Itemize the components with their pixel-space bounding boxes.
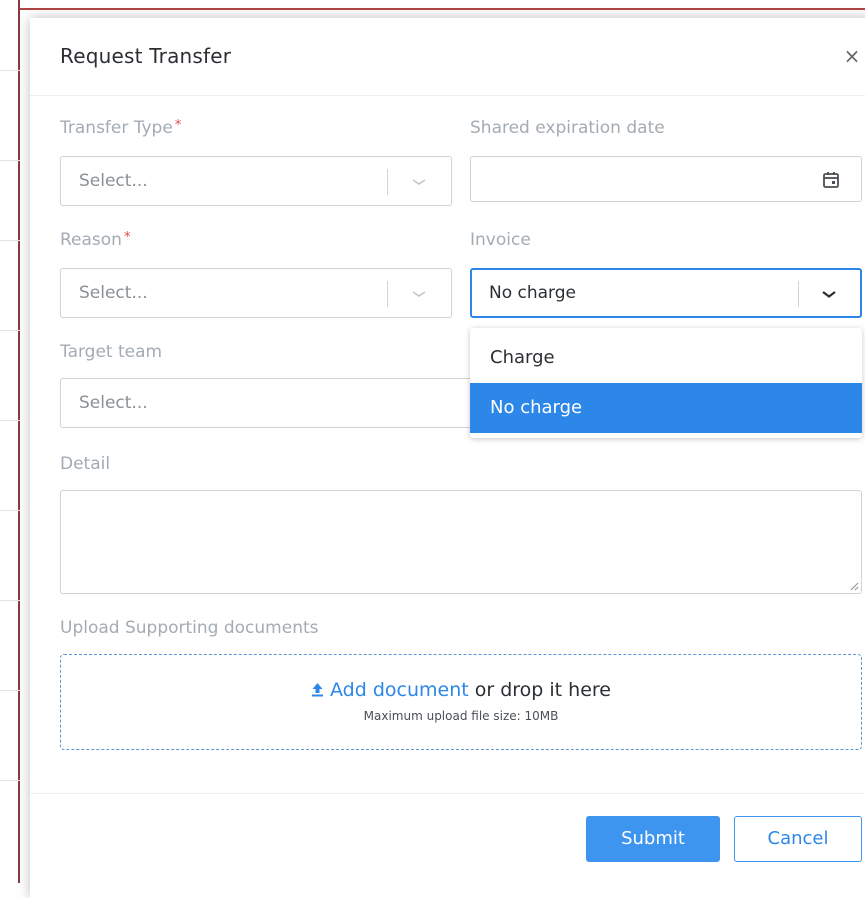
detail-textarea[interactable] — [60, 490, 862, 594]
dropzone-instruction: Add document or drop it here — [61, 679, 861, 701]
chevron-down-icon[interactable] — [407, 281, 431, 307]
select-separator — [387, 281, 388, 307]
required-mark: * — [123, 230, 131, 245]
submit-button[interactable]: Submit — [586, 816, 720, 862]
divider — [0, 70, 20, 71]
expiration-date-input[interactable] — [470, 156, 862, 202]
transfer-type-label: Transfer Type * — [60, 118, 181, 138]
cancel-button[interactable]: Cancel — [734, 816, 862, 862]
dialog-title: Request Transfer — [60, 44, 232, 68]
transfer-type-select[interactable]: Select... — [60, 156, 452, 206]
divider — [0, 600, 20, 601]
invoice-value: No charge — [489, 283, 577, 303]
detail-label: Detail — [60, 454, 111, 474]
transfer-type-placeholder: Select... — [79, 171, 148, 191]
reason-select[interactable]: Select... — [60, 268, 452, 318]
drop-here-text: or drop it here — [468, 679, 611, 701]
select-separator — [798, 281, 799, 307]
chevron-down-icon[interactable] — [817, 281, 841, 307]
upload-dropzone[interactable]: Add document or drop it here Maximum upl… — [60, 654, 862, 750]
page-top-edge — [0, 0, 865, 10]
chevron-down-icon[interactable] — [407, 169, 431, 195]
divider — [0, 690, 20, 691]
request-transfer-dialog: Request Transfer × Transfer Type * Select… — [30, 18, 865, 898]
divider — [0, 420, 20, 421]
invoice-dropdown-menu: Charge No charge — [470, 328, 862, 438]
transfer-type-label-text: Transfer Type — [60, 118, 173, 138]
upload-icon — [312, 683, 324, 697]
dialog-header: Request Transfer × — [30, 18, 865, 96]
reason-label-text: Reason — [60, 230, 122, 250]
target-team-placeholder: Select... — [79, 393, 148, 413]
divider — [0, 510, 20, 511]
close-icon[interactable]: × — [840, 44, 864, 68]
divider — [0, 330, 20, 331]
invoice-label: Invoice — [470, 230, 531, 250]
add-document-link[interactable]: Add document — [311, 679, 469, 701]
resize-grip-icon[interactable] — [849, 581, 859, 591]
menu-item-charge[interactable]: Charge — [470, 333, 862, 383]
upload-size-hint: Maximum upload file size: 10MB — [363, 709, 559, 723]
reason-label: Reason * — [60, 230, 130, 250]
expiration-date-label: Shared expiration date — [470, 118, 665, 138]
select-separator — [387, 169, 388, 195]
add-document-text: Add document — [330, 679, 469, 701]
target-team-label: Target team — [60, 342, 163, 362]
divider — [0, 780, 20, 781]
required-mark: * — [174, 118, 182, 133]
invoice-select[interactable]: No charge — [470, 268, 862, 318]
calendar-icon[interactable] — [821, 170, 841, 190]
upload-label: Upload Supporting documents — [60, 618, 319, 638]
divider — [0, 160, 20, 161]
menu-item-no-charge[interactable]: No charge — [470, 383, 862, 433]
footer-divider — [30, 793, 865, 794]
page-left-edge — [0, 0, 20, 883]
reason-placeholder: Select... — [79, 283, 148, 303]
divider — [0, 240, 20, 241]
